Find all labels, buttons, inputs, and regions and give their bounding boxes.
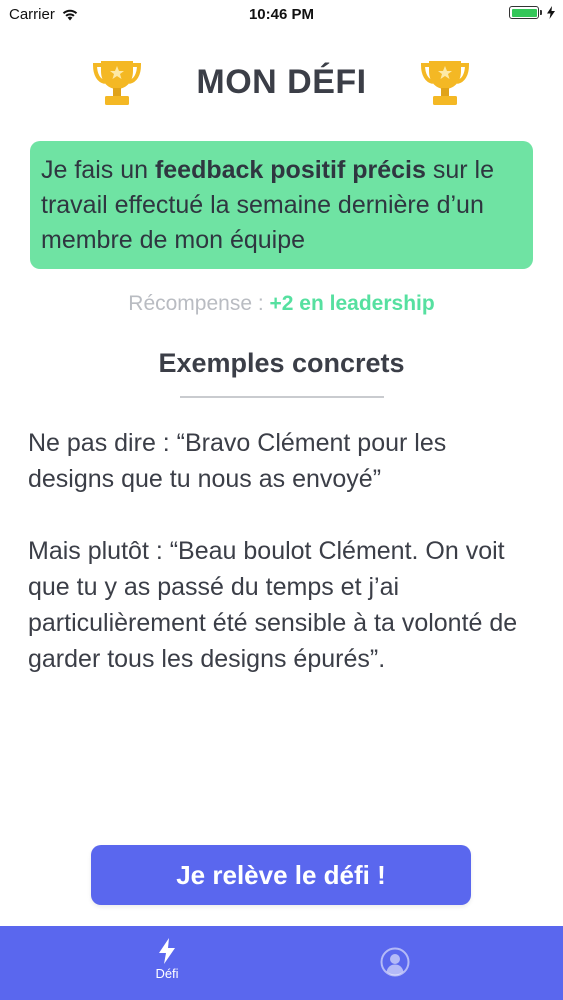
- page-title: MON DÉFI: [196, 63, 367, 101]
- reward-value: +2 en leadership: [269, 292, 435, 315]
- status-time: 10:46 PM: [248, 6, 315, 23]
- header: MON DÉFI: [0, 55, 563, 115]
- battery-icon: [509, 6, 542, 19]
- tab-defi-label: Défi: [155, 966, 179, 981]
- screen: Carrier 10:46 PM MON DÉFI Je fais un fee…: [0, 0, 563, 1000]
- section-divider: [180, 396, 384, 398]
- tab-defi[interactable]: Défi: [97, 926, 237, 1000]
- profile-icon: [380, 947, 410, 977]
- battery-level: [511, 8, 537, 17]
- status-right: [509, 6, 555, 19]
- lightning-icon: [159, 938, 175, 964]
- challenge-text-bold: feedback positif précis: [154, 156, 426, 184]
- examples-body: Ne pas dire : “Bravo Clément pour les de…: [28, 425, 538, 677]
- trophy-icon: [420, 61, 470, 105]
- status-bar: Carrier 10:46 PM: [0, 0, 563, 30]
- reward-line: Récompense : +2 en leadership: [0, 292, 563, 316]
- charging-bolt-icon: [547, 6, 555, 19]
- reward-label: Récompense :: [128, 292, 270, 315]
- accept-challenge-button[interactable]: Je relève le défi !: [91, 845, 471, 905]
- challenge-text-start: Je fais un: [41, 156, 155, 184]
- challenge-card: Je fais un feedback positif précis sur l…: [30, 141, 533, 269]
- tab-bar: Défi: [0, 926, 563, 1000]
- example-say-instead: Mais plutôt : “Beau boulot Clément. On v…: [28, 537, 518, 673]
- example-dont-say: Ne pas dire : “Bravo Clément pour les de…: [28, 429, 447, 493]
- tab-profile[interactable]: [325, 926, 465, 1000]
- examples-title: Exemples concrets: [158, 348, 405, 378]
